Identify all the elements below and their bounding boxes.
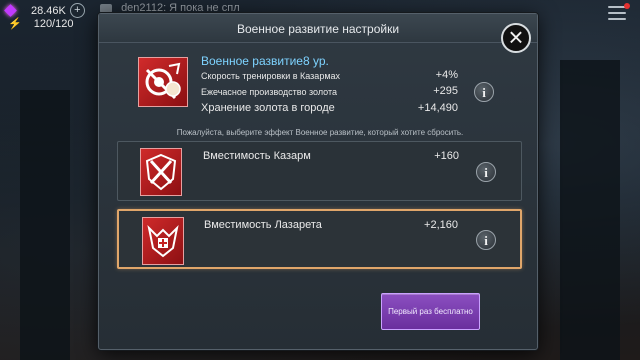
option-value: +160 [434, 150, 459, 162]
stat-label-gold-production: Ежечасное производство золота [201, 87, 338, 97]
option-label: Вместимость Казарм [203, 150, 311, 162]
option-value: +2,160 [424, 219, 458, 231]
option-infirmary-capacity[interactable]: Вместимость Лазарета +2,160 i [117, 209, 522, 269]
add-gems-button[interactable]: + [69, 3, 85, 18]
military-emblem-icon [138, 57, 188, 107]
stat-value-gold-storage: +14,490 [417, 102, 458, 114]
energy-value: 120/120 [33, 17, 74, 30]
gems-counter[interactable]: 28.46K + [4, 3, 85, 18]
gems-value: 28.46K [31, 4, 66, 17]
stat-value-gold-production: +295 [433, 85, 458, 97]
menu-button[interactable] [608, 3, 630, 20]
option-info-button[interactable]: i [476, 230, 496, 250]
chat-icon [100, 3, 112, 13]
summary-info-button[interactable]: i [474, 82, 494, 102]
option-info-button[interactable]: i [476, 162, 496, 182]
option-label: Вместимость Лазарета [204, 219, 322, 231]
menu-line [608, 18, 626, 20]
lightning-icon: ⚡ [8, 18, 22, 30]
option-barracks-capacity[interactable]: Вместимость Казарм +160 i [117, 141, 522, 201]
close-button[interactable]: × [501, 23, 531, 53]
menu-line [608, 12, 626, 14]
notification-dot [624, 3, 630, 9]
stat-label-gold-storage: Хранение золота в городе [201, 102, 335, 114]
energy-counter: ⚡ 120/120 [8, 17, 74, 31]
dialog-title: Военное развитие настройки [99, 14, 537, 43]
crossed-swords-shield-icon [140, 148, 182, 196]
castle-tower-silhouette [560, 60, 620, 360]
reset-instruction: Пожалуйста, выберите эффект Военное разв… [176, 128, 464, 137]
gem-icon [4, 4, 17, 17]
free-reset-button[interactable]: Первый раз бесплатно [381, 293, 480, 330]
stat-value-training-speed: +4% [435, 69, 458, 81]
medical-shield-icon [142, 217, 184, 265]
development-summary: Военное развитие8 ур. Скорость тренировк… [138, 50, 508, 120]
stat-label-training-speed: Скорость тренировки в Казармах [201, 71, 341, 81]
development-level-title: Военное развитие8 ур. [201, 54, 329, 68]
